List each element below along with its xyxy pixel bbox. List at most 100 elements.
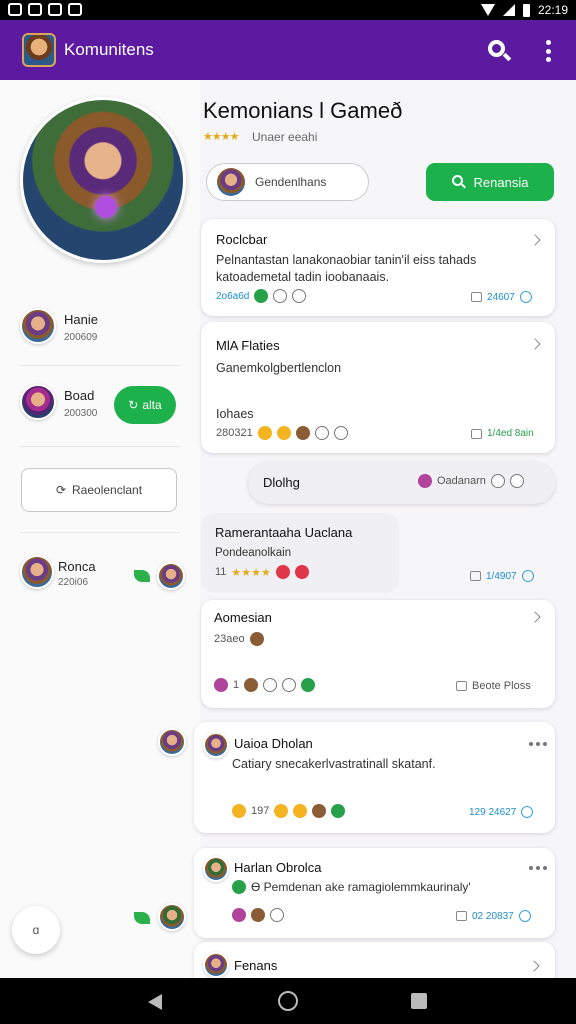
emoji-icon[interactable] xyxy=(490,474,505,488)
more-horiz-icon[interactable] xyxy=(529,866,547,870)
post-card[interactable]: Roclcbar Pelnantastan lanakonaobiar tani… xyxy=(201,219,555,316)
avatar[interactable] xyxy=(20,384,56,420)
sidebar: Hanie 200609 Boad 200300 ↻ alta ⟳ Raeole… xyxy=(0,80,200,978)
emoji-icon[interactable] xyxy=(294,565,309,579)
user-meta: 200300 xyxy=(64,408,98,419)
notification-icon xyxy=(68,3,82,16)
emoji-icon[interactable] xyxy=(418,474,432,488)
chevron-right-icon[interactable] xyxy=(528,960,540,972)
wifi-icon xyxy=(480,4,495,16)
thumb-up-icon xyxy=(470,571,481,581)
post-meta: 280321 xyxy=(216,427,253,439)
like-counter[interactable]: 129 24627 xyxy=(469,806,534,818)
emoji-icon[interactable] xyxy=(257,426,272,440)
emoji-icon[interactable] xyxy=(254,289,269,303)
rating-stars: ★★★★ xyxy=(203,131,239,143)
avatar[interactable] xyxy=(157,562,185,590)
post-meta: 197 xyxy=(251,805,270,817)
emoji-icon[interactable] xyxy=(232,804,246,818)
emoji-icon[interactable] xyxy=(270,908,284,922)
post-body: Ɵ Pemdenan ake ramagiolemmkaurinaly' xyxy=(251,880,471,894)
emoji-icon[interactable] xyxy=(232,880,246,894)
post-title: Uaioa Dholan xyxy=(234,736,313,751)
avatar[interactable] xyxy=(203,856,229,882)
search-placeholder: Gendenlhans xyxy=(255,175,327,189)
emoji-icon[interactable] xyxy=(509,474,524,488)
post-card[interactable]: Uaioa Dholan Catiary snecakerlvastratina… xyxy=(194,722,555,833)
post-meta: 1 xyxy=(233,679,240,691)
post-body: Catiary snecakerlvastratinall skatanf. xyxy=(232,757,436,771)
emoji-icon[interactable] xyxy=(251,908,265,922)
avatar[interactable] xyxy=(214,678,228,692)
message-bubble[interactable]: Ramerantaaha Uaclana Pondeanolkain 11 ★★… xyxy=(201,513,399,593)
chevron-right-icon[interactable] xyxy=(529,234,541,246)
search-input[interactable]: Gendenlhans xyxy=(206,163,369,201)
refresh-icon: ↻ xyxy=(128,398,139,412)
emoji-icon[interactable] xyxy=(263,678,278,692)
post-card[interactable]: MlA Flaties Ganemkolgbertlenclon Iohaes … xyxy=(201,322,555,453)
app-title: Komunitens xyxy=(64,40,154,59)
avatar[interactable] xyxy=(203,732,229,758)
emoji-icon[interactable] xyxy=(275,565,290,579)
emoji-icon[interactable] xyxy=(301,678,316,692)
emoji-icon[interactable] xyxy=(249,632,264,646)
like-counter[interactable]: 24607 xyxy=(471,291,532,303)
avatar[interactable] xyxy=(158,728,186,756)
emoji-icon[interactable] xyxy=(293,804,308,818)
post-title: Dlolhg xyxy=(263,475,300,490)
emoji-icon[interactable] xyxy=(274,804,289,818)
emoji-icon[interactable] xyxy=(244,678,259,692)
battery-icon xyxy=(522,3,530,17)
app-logo[interactable] xyxy=(22,33,56,67)
profile-avatar[interactable] xyxy=(20,97,186,263)
page-title: Kemonians l Gameð xyxy=(203,98,403,123)
post-card[interactable]: Fenans xyxy=(194,942,555,978)
status-bar: 22:19 xyxy=(0,0,576,20)
leaf-icon xyxy=(134,570,150,582)
search-icon[interactable] xyxy=(486,38,512,64)
emoji-icon[interactable] xyxy=(292,289,307,303)
notification-icons xyxy=(8,3,82,16)
follow-button[interactable]: ↻ alta xyxy=(114,386,176,424)
post-card[interactable]: Harlan Obrolca Ɵ Pemdenan ake ramagiolem… xyxy=(194,848,555,938)
gem-icon xyxy=(95,196,117,218)
emoji-icon[interactable] xyxy=(314,426,329,440)
recents-icon[interactable] xyxy=(411,993,427,1009)
divider xyxy=(20,365,180,366)
emoji-icon[interactable] xyxy=(295,426,310,440)
home-icon[interactable] xyxy=(278,991,298,1011)
more-horiz-icon[interactable] xyxy=(529,742,547,746)
like-counter[interactable]: 1/4ed 8ain xyxy=(471,428,534,439)
emoji-icon[interactable] xyxy=(282,678,297,692)
back-icon[interactable] xyxy=(148,994,162,1010)
chevron-right-icon[interactable] xyxy=(529,338,541,350)
reload-button[interactable]: ⟳ Raeolenclant xyxy=(21,468,177,512)
more-vert-icon[interactable] xyxy=(540,38,556,64)
user-meta: 200609 xyxy=(64,332,98,343)
avatar[interactable] xyxy=(158,903,186,931)
notification-icon xyxy=(28,3,42,16)
emoji-icon[interactable] xyxy=(276,426,291,440)
emoji-icon[interactable] xyxy=(312,804,327,818)
compose-button[interactable]: ɑ xyxy=(12,906,60,954)
emoji-icon[interactable] xyxy=(273,289,288,303)
emoji-icon[interactable] xyxy=(232,908,246,922)
post-card[interactable]: Aomesian 23aeo 1 Beote Ploss xyxy=(201,600,555,708)
share-action[interactable]: Beote Ploss xyxy=(456,680,531,692)
post-title: Ramerantaaha Uaclana xyxy=(215,525,353,540)
like-counter[interactable]: 1/4907 xyxy=(470,570,534,582)
check-icon xyxy=(521,806,534,818)
reaction-row: 2o6a6d xyxy=(216,289,307,303)
post-title: Aomesian xyxy=(214,610,272,625)
like-count: 1/4907 xyxy=(486,570,517,582)
search-button[interactable]: Renansia xyxy=(426,163,554,201)
message-bubble[interactable]: Dlolhg Oadanarn xyxy=(248,462,555,504)
emoji-icon[interactable] xyxy=(333,426,348,440)
like-counter[interactable]: 02 20837 xyxy=(456,910,531,922)
avatar[interactable] xyxy=(203,952,229,978)
emoji-icon[interactable] xyxy=(331,804,346,818)
chevron-right-icon[interactable] xyxy=(529,611,541,623)
reaction-row: 11 ★★★★ xyxy=(215,565,309,579)
avatar[interactable] xyxy=(20,308,56,344)
avatar[interactable] xyxy=(20,555,54,589)
